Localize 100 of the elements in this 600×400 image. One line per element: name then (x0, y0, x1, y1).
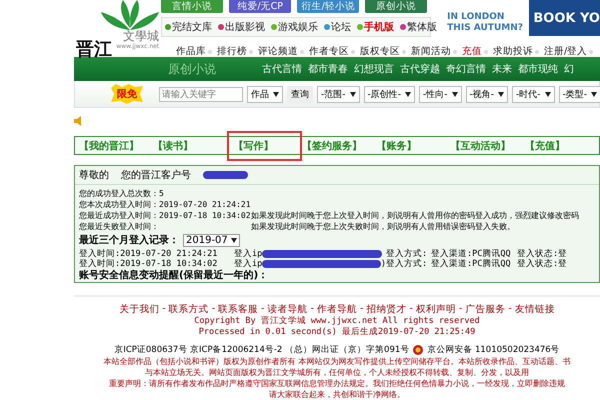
login-method: 登入方式: (386, 259, 428, 269)
tab[interactable]: 【互动活动】 (450, 138, 525, 152)
footer-link[interactable]: 友情链接 (514, 303, 555, 316)
login-time: 登入时间:2019-07-20 21:24:21 (79, 249, 218, 259)
filter-dropdown[interactable]: -原创性- (364, 86, 415, 102)
login-stat: 您最近成功登入时间：2019-07-18 10:34:02 (79, 210, 251, 221)
ad-banner[interactable]: BOOK YO (528, 0, 600, 36)
quick-link[interactable]: 出版影视 (218, 20, 266, 34)
copyright-text: Copyright By 晋江文学城 www.jjwxc.net All rights reserved (194, 316, 480, 327)
login-channel: 登入渠道:PC腾讯QQ (431, 249, 511, 259)
dropdown-arrow-icon (230, 238, 237, 243)
nav-menu-item[interactable]: 版权专区 (360, 45, 406, 58)
footer-link[interactable]: 权利声明 (416, 303, 456, 316)
dropdown-arrow-icon (405, 92, 411, 96)
footer-link[interactable]: 作者导航 (317, 303, 357, 316)
footer-link[interactable]: 广告服务 (465, 303, 506, 316)
quick-link[interactable]: 完结文库 (165, 20, 212, 34)
footer-link[interactable]: 关于我们 (119, 303, 160, 316)
login-stat: 您的成功登入总次数：5 (79, 188, 165, 199)
footer-link[interactable]: 联系客服 (218, 303, 258, 316)
police-record-text: 京公网安备 11010502023476号 (427, 344, 560, 356)
channel-button[interactable]: 衍生/轻小说 (297, 0, 360, 13)
genre-link[interactable]: 古代穿越 (400, 62, 440, 76)
separator-text: - (508, 303, 512, 316)
speaker-icon[interactable] (74, 116, 84, 126)
separator-text: - (360, 303, 364, 316)
dropdown-arrow-icon (350, 92, 356, 96)
tab[interactable]: 【账务】 (376, 138, 451, 152)
quick-link[interactable]: 论坛 (324, 20, 352, 34)
type-dropdown[interactable]: 作品 (247, 86, 283, 102)
nav-menu-item[interactable]: 充值 (462, 45, 488, 58)
dropdown-arrow-icon (544, 92, 550, 96)
dropdown-arrow-icon (273, 92, 279, 96)
quick-link[interactable]: 繁体版 (400, 20, 438, 34)
search-field[interactable]: 请输入关键字 (159, 86, 243, 102)
login-status: 登入状态:登 (517, 249, 568, 259)
footer-link[interactable]: 联系方式 (168, 303, 209, 316)
nav-menu-item[interactable]: 注册/登入 (544, 45, 594, 58)
leaves-logo-icon (101, 0, 160, 30)
genre-link[interactable]: 都市现纯 (518, 62, 558, 76)
channel-button[interactable]: 言情小说 (161, 0, 224, 13)
nav-menu-item[interactable]: 排行榜 (217, 45, 253, 58)
separator-text: - (261, 303, 265, 316)
footer-link[interactable]: 读者导航 (268, 303, 308, 316)
nav-menu-item[interactable]: 新闻活动 (411, 45, 457, 58)
nav-menu-item[interactable]: 评论频道 (258, 45, 304, 58)
login-channel: 登入渠道:PC腾讯QQ (431, 259, 511, 269)
security-note: 如果发现此时间晚于您上次失败时间，则说明有人曾用错误密码登入失败。 (251, 221, 515, 232)
separator-text: - (162, 303, 166, 316)
login-status: 登入状态:登 (517, 259, 568, 269)
tab[interactable]: 【充值】 (524, 138, 599, 152)
filter-dropdown[interactable]: -类型- (558, 86, 600, 102)
notice-text: 请大家联合起来，共创和谐干净网络。 (269, 389, 405, 400)
logo-calligraphy: 晋江 (76, 40, 112, 59)
ad-text: IN LONDON (447, 12, 506, 23)
history-label: 最近三个月登入记录： (79, 234, 179, 247)
redaction-mark (203, 171, 248, 179)
quick-link[interactable]: 手机版 (357, 20, 394, 34)
customer-label: 您的晋江客户号 (121, 168, 191, 182)
genre-link[interactable]: 未来 (492, 62, 512, 76)
filter-dropdown[interactable]: -性向- (419, 86, 462, 102)
channel-title: 原创小说 (168, 60, 216, 78)
channel-button[interactable]: 纯爱/无CP (229, 0, 292, 13)
logo-name: 文學城 (123, 30, 160, 43)
login-time: 登入时间:2019-07-18 10:34:02 (79, 259, 218, 269)
dropdown-arrow-icon (452, 92, 458, 96)
footer-link[interactable]: 招纳贤才 (366, 303, 406, 316)
tab[interactable]: 【读书】 (153, 138, 228, 152)
genre-link[interactable]: 幻 (564, 62, 574, 76)
processed-text: Processed in 0.01 second(s) 最后生成2019-07-20 21:25:49 (198, 327, 476, 338)
separator-text: - (458, 303, 462, 316)
tab[interactable]: 【签约服务】 (302, 138, 376, 152)
tab[interactable]: 【我的晋江】 (79, 138, 154, 152)
dropdown-arrow-icon (498, 92, 504, 96)
free-badge: 限免 (111, 84, 143, 104)
filter-dropdown[interactable]: -视角- (466, 86, 508, 102)
genre-link[interactable]: 奇幻言情 (446, 62, 486, 76)
channel-button[interactable]: 原创小说 (365, 0, 428, 13)
genre-link[interactable]: 古代言情 (262, 62, 302, 76)
notice-text: 重要声明：请所有作者发布作品时严格遵守国家互联网信息管理办法规定。我们拒绝任何色情暴力小说，一经发现，立即删除违规 (109, 378, 565, 389)
tab[interactable]: 【写作】 (227, 130, 302, 160)
genre-link[interactable]: 幻想现言 (354, 62, 394, 76)
icp-text: 京ICP证080637号 京ICP备12006214号-2 （总）网出证（京）字第091号 (114, 344, 410, 356)
login-stat: 您本次成功登入时间：2019-07-20 21:24:21 (79, 199, 251, 210)
filter-dropdown[interactable]: -时代- (512, 86, 554, 102)
greeting-text: 尊敬的 (79, 168, 109, 182)
dropdown-arrow-icon (591, 92, 597, 96)
filter-dropdown[interactable]: -范围- (317, 86, 360, 102)
quick-link[interactable]: 游戏娱乐 (271, 20, 318, 34)
ip-suffix: ) (380, 259, 386, 269)
nav-menu-item[interactable]: 作品库 (176, 45, 212, 58)
police-badge-icon (413, 345, 424, 355)
notice-text: 本站全部作品（包括小说和书评）版权为原创作者所有 本网站仅为网友写作提供上传空间储存平台。本站所收录作品、互动话题、书 (104, 356, 570, 367)
genre-link[interactable]: 都市青春 (308, 62, 348, 76)
month-dropdown[interactable]: 2019-07 (183, 234, 240, 247)
login-method: 登入方式: (386, 249, 428, 259)
nav-menu-item[interactable]: 作者专区 (309, 45, 355, 58)
nav-menu-item[interactable]: 求助投诉 (493, 45, 539, 58)
search-button[interactable]: 查询 (287, 86, 313, 102)
separator-text: - (310, 303, 314, 316)
